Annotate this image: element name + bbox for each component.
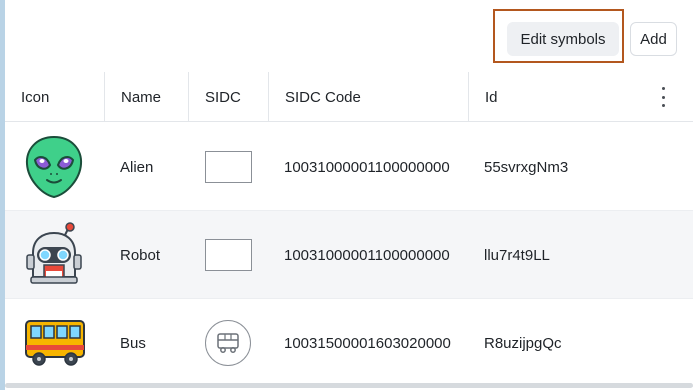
row-icon-cell [23,123,87,211]
row-sidc-code: 10031000001100000000 [284,158,450,176]
row-sidc-code: 10031500001603020000 [284,334,451,352]
column-header-sidc[interactable]: SIDC [188,72,268,122]
toolbar: Edit symbols Add [5,0,693,72]
row-name: Bus [120,334,146,352]
column-header-name[interactable]: Name [104,72,188,122]
row-id: llu7r4t9LL [484,246,550,264]
row-icon-cell [23,299,87,387]
sidc-rectangle-icon [205,151,252,183]
bus-icon [25,320,85,366]
column-header-label: SIDC [205,88,241,106]
sidc-rectangle-icon [205,239,252,271]
row-icon-cell [23,211,87,299]
column-header-label: Id [485,88,498,106]
column-menu-icon[interactable] [659,87,667,107]
row-id: R8uzijpgQc [484,334,562,352]
symbols-panel: Edit symbols Add Icon Name SIDC SIDC Cod… [5,0,693,390]
row-id: 55svrxgNm3 [484,158,569,176]
row-name: Robot [120,246,161,264]
horizontal-scrollbar[interactable] [5,383,693,388]
row-name: Alien [120,158,154,176]
robot-icon [26,222,82,284]
table-header: Icon Name SIDC SIDC Code Id [5,72,693,122]
column-header-label: Name [121,88,162,106]
row-sidc-code: 10031000001100000000 [284,246,450,264]
table-row[interactable]: Robot 10031000001100000000 llu7r4t9LL [5,211,693,299]
sidc-symbol [205,211,252,299]
column-header-label: Icon [21,88,50,106]
column-header-label: SIDC Code [285,88,361,106]
sidc-symbol [205,123,252,211]
table-row[interactable]: Bus 10031500001603020000 R8uzijpgQc [5,299,693,387]
add-button[interactable]: Add [630,22,677,56]
column-header-icon[interactable]: Icon [5,72,104,122]
sidc-symbol [205,299,251,387]
table-row[interactable]: Alien 10031000001100000000 55svrxgNm3 [5,123,693,211]
sidc-bus-circle-icon [205,320,251,366]
alien-icon [25,135,83,199]
column-header-sidc-code[interactable]: SIDC Code [268,72,468,122]
edit-symbols-button[interactable]: Edit symbols [507,22,619,56]
